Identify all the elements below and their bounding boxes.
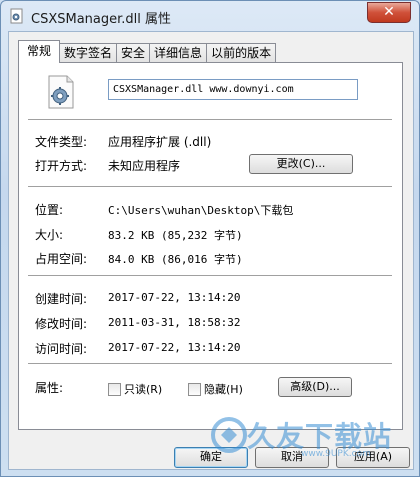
location-label: 位置: [35,203,64,217]
created-value: 2017-07-22, 13:14:20 [108,291,241,304]
readonly-checkbox[interactable]: 只读(R) [108,381,162,397]
advanced-button[interactable]: 高级(D)... [278,377,352,397]
general-panel: CSXSManager.dll www.downyi.com 文件类型: 应用程… [18,62,403,430]
divider [28,363,392,365]
divider [28,119,392,121]
readonly-checkbox-box[interactable] [108,382,121,396]
modified-value: 2011-03-31, 18:58:32 [108,316,241,329]
size-on-disk-value: 84.0 KB (86,016 字节) [108,253,243,266]
accessed-label: 访问时间: [35,342,88,356]
title-bar[interactable]: CSXSManager.dll 属性 ✕ [1,1,419,31]
tab-security[interactable]: 安全 [116,43,151,63]
tab-previous-versions[interactable]: 以前的版本 [206,43,277,63]
window-title: CSXSManager.dll 属性 [31,12,172,27]
tab-details[interactable]: 详细信息 [149,43,208,63]
change-button[interactable]: 更改(C)... [249,154,353,174]
hidden-checkbox-box[interactable] [188,382,201,396]
location-value: C:\Users\wuhan\Desktop\下载包 [108,204,294,217]
properties-window: CSXSManager.dll 属性 ✕ 常规 数字签名 安全 详细信息 以前的… [0,0,420,477]
hidden-checkbox-label: 隐藏(H) [204,383,243,396]
file-type-value: 应用程序扩展 (.dll) [108,135,212,149]
created-label: 创建时间: [35,292,88,306]
tab-general[interactable]: 常规 [18,40,61,63]
accessed-value: 2017-07-22, 13:14:20 [108,341,241,354]
dll-file-icon [48,75,74,109]
dialog-body: 常规 数字签名 安全 详细信息 以前的版本 CSXSManager.dll ww… [8,31,414,470]
watermark-url: www.9UPK.com [301,449,371,459]
readonly-checkbox-label: 只读(R) [124,383,163,396]
modified-label: 修改时间: [35,317,88,331]
divider [28,186,392,188]
open-with-label: 打开方式: [35,159,88,173]
file-type-label: 文件类型: [35,135,88,149]
size-value: 83.2 KB (85,232 字节) [108,229,243,242]
ok-button[interactable]: 确定 [174,447,248,468]
divider [28,275,392,277]
size-on-disk-label: 占用空间: [35,252,88,266]
tab-strip: 常规 数字签名 安全 详细信息 以前的版本 [18,40,277,63]
hidden-checkbox[interactable]: 隐藏(H) [188,381,243,397]
file-name-input[interactable]: CSXSManager.dll www.downyi.com [108,79,358,100]
open-with-value: 未知应用程序 [108,159,181,173]
close-button[interactable]: ✕ [367,2,411,23]
file-gear-icon [10,8,23,24]
size-label: 大小: [35,228,64,242]
tab-digital-signatures[interactable]: 数字签名 [59,43,118,63]
attributes-label: 属性: [35,381,64,395]
